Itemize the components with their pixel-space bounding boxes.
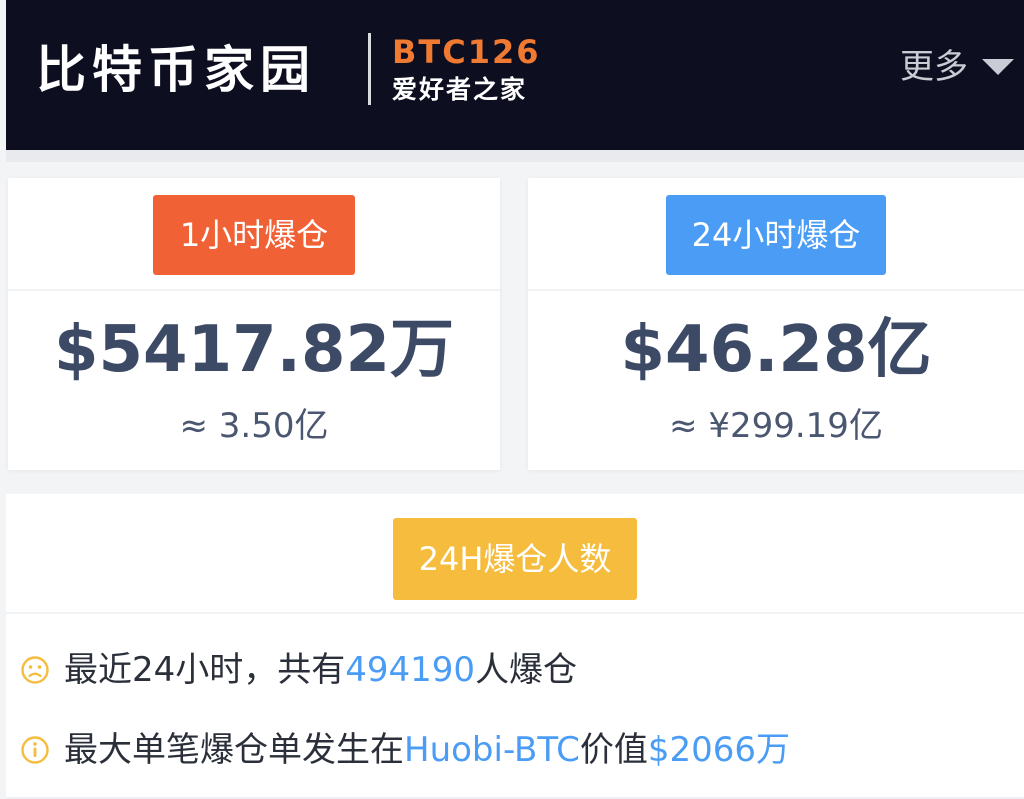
liquidation-1h-card: 1小时爆仓 $5417.82万 ≈ 3.50亿	[8, 178, 500, 470]
largest-liquidation-prefix: 最大单笔爆仓单发生在	[64, 730, 404, 770]
liquidation-people-tag: 24H爆仓人数	[393, 518, 637, 600]
more-menu-label: 更多	[900, 47, 968, 87]
liquidation-24h-amount: $46.28亿	[620, 313, 932, 387]
liquidation-1h-tag: 1小时爆仓	[153, 195, 355, 275]
liquidation-count-value: 494190	[345, 650, 476, 690]
more-menu-button[interactable]: 更多	[900, 46, 1014, 88]
liquidation-1h-amount: $5417.82万	[53, 313, 455, 387]
liquidation-count-line: 最近24小时，共有 494190 人爆仓	[20, 646, 577, 694]
site-logo-text[interactable]: 比特币家园	[36, 40, 316, 100]
liquidation-count-prefix: 最近24小时，共有	[64, 650, 346, 690]
liquidation-people-panel: 24H爆仓人数 最近24小时，共有 494190 人爆仓 最大单笔爆仓单发生在 Huo…	[6, 494, 1024, 799]
card-divider	[528, 289, 1024, 291]
caret-down-icon	[982, 59, 1014, 75]
site-logo-brand[interactable]: BTC126	[392, 34, 541, 70]
largest-liquidation-mid: 价值	[579, 730, 648, 770]
sad-face-icon	[21, 656, 49, 684]
header-shadow-strip	[6, 150, 1024, 162]
info-circle-icon	[21, 736, 49, 764]
largest-liquidation-line: 最大单笔爆仓单发生在 Huobi-BTC 价值 $2066万	[20, 726, 790, 774]
liquidation-1h-approx: ≈ 3.50亿	[179, 406, 329, 446]
panel-divider	[6, 612, 1024, 614]
largest-liquidation-value: $2066万	[647, 730, 791, 770]
liquidation-24h-card: 24小时爆仓 $46.28亿 ≈ ¥299.19亿	[528, 178, 1024, 470]
site-slogan: 爱好者之家	[392, 75, 528, 104]
page: 比特币家园 BTC126 爱好者之家 更多 1小时爆仓 $5417.82万 ≈ …	[0, 0, 1024, 799]
largest-liquidation-exchange[interactable]: Huobi-BTC	[404, 726, 580, 774]
logo-divider	[368, 33, 371, 105]
card-divider	[8, 289, 500, 291]
liquidation-24h-tag: 24小时爆仓	[666, 195, 886, 275]
liquidation-count-suffix: 人爆仓	[475, 650, 578, 690]
site-header: 比特币家园 BTC126 爱好者之家 更多	[6, 0, 1024, 150]
liquidation-24h-approx: ≈ ¥299.19亿	[669, 406, 883, 446]
